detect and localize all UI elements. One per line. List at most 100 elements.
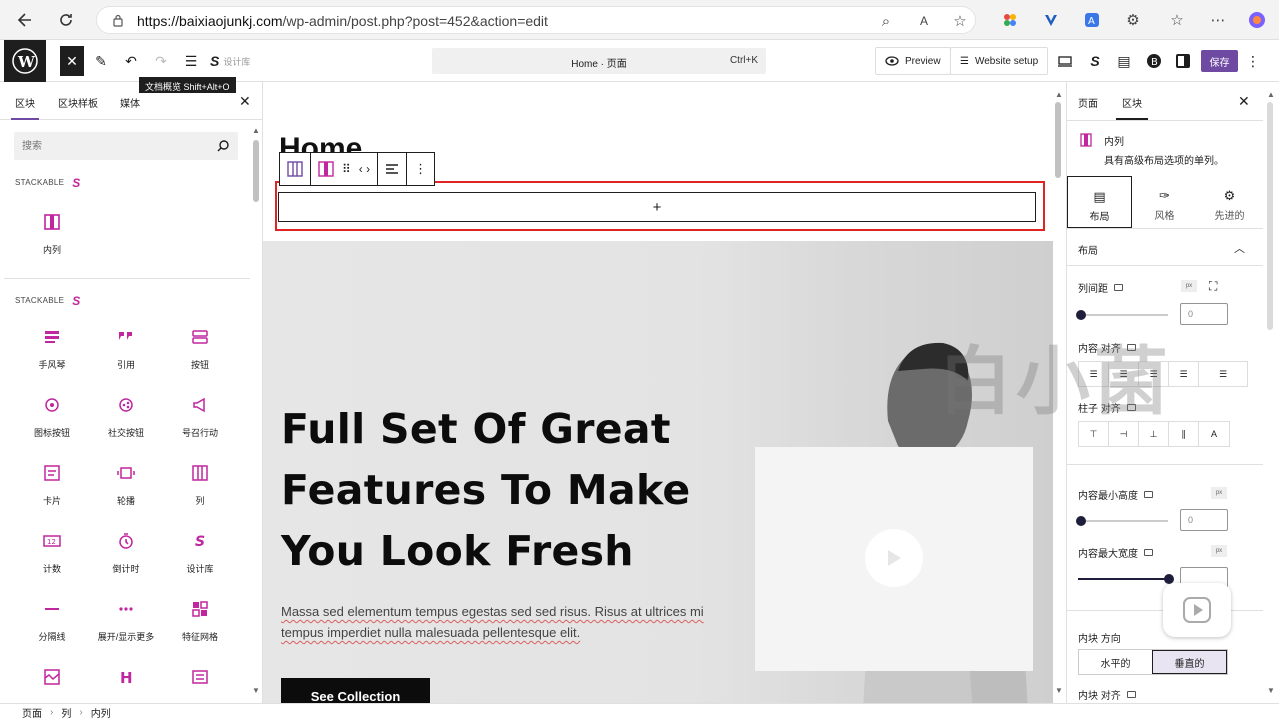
block-item-design-library[interactable]: S 设计库 [163,531,237,587]
block-item-image-box[interactable] [163,667,237,703]
block-item-expand[interactable]: 展开/显示更多 [89,599,163,655]
zoom-icon[interactable]: ⌕ [875,10,897,32]
tab-advanced[interactable]: ⚙ 先进的 [1197,176,1262,228]
document-overview-icon[interactable]: ☰ [178,48,204,74]
copilot-icon[interactable] [1246,9,1268,31]
more-options-button[interactable]: ⋮ [407,153,434,185]
scrollbar[interactable] [1267,102,1273,330]
extensions-puzzle-icon[interactable]: ⚙ [1122,9,1144,31]
block-item-blockquote[interactable]: 引用 [89,327,163,383]
extension-v-icon[interactable] [1040,9,1062,31]
breadcrumb-item[interactable]: 页面 [22,705,42,720]
tab-layout[interactable]: ▤ 布局 [1067,176,1132,228]
block-appender[interactable]: + [278,192,1036,222]
video-placeholder[interactable] [755,447,1033,671]
min-height-input[interactable]: 0 [1180,509,1228,531]
close-icon[interactable]: ✕ [1238,93,1250,110]
block-item-icon-button[interactable]: 图标按钮 [15,395,89,451]
close-inserter-icon[interactable]: ✕ [60,46,84,76]
tab-block[interactable]: 区块 [1116,95,1148,120]
scroll-down-arrow[interactable]: ▼ [252,686,260,695]
block-item-call-to-action[interactable]: 号召行动 [163,395,237,451]
min-height-slider[interactable] [1076,516,1168,526]
read-aloud-icon[interactable]: A [913,10,935,32]
unit-px[interactable]: px [1181,280,1197,292]
align-stretch-icon[interactable]: ∥ [1169,422,1199,446]
block-item-columns[interactable]: 列 [163,463,237,519]
favorites-list-icon[interactable]: ☆ [1166,9,1188,31]
favorite-star-icon[interactable]: ☆ [949,10,971,32]
move-arrows-icon[interactable]: ‹ › [359,162,370,176]
device-preview-icon[interactable] [1052,48,1078,74]
block-item-feature-grid[interactable]: 特征网格 [163,599,237,655]
address-bar[interactable]: https://baixiaojunkj.com/wp-admin/post.p… [96,6,976,34]
section-title[interactable]: 布局 [1078,242,1098,257]
tab-style[interactable]: ✑ 风格 [1132,176,1197,228]
block-item-social-buttons[interactable]: 社交按钮 [89,395,163,451]
block-item-card[interactable]: 卡片 [15,463,89,519]
block-type-button[interactable]: ⠿ ‹ › [311,153,379,185]
block-item-carousel[interactable]: 轮播 [89,463,163,519]
scroll-up-arrow[interactable]: ▲ [1267,90,1275,99]
options-icon[interactable]: ⋮ [1240,48,1266,74]
block-item-divider[interactable]: 分隔线 [15,599,89,655]
align-full-icon[interactable]: ☰ [1199,362,1247,386]
extension-translate-icon[interactable]: A [1081,9,1103,31]
block-item-countdown[interactable]: 倒计时 [89,531,163,587]
save-button[interactable]: 保存 [1201,50,1238,72]
block-item-button[interactable]: 按钮 [163,327,237,383]
more-menu-icon[interactable]: ⋯ [1207,9,1229,31]
hero-heading[interactable]: Full Set Of Great Features To Make You L… [281,399,701,582]
unit-px[interactable]: px [1211,487,1227,499]
block-item-accordion[interactable]: 手风琴 [15,327,89,383]
breadcrumb-item[interactable]: 列 [61,705,71,720]
settings-sidebar-icon[interactable] [1170,48,1196,74]
canvas-scroll-up[interactable]: ▲ [1055,90,1063,99]
document-title-bar[interactable]: Home · 页面 Ctrl+K [432,48,766,74]
canvas-scroll-down[interactable]: ▼ [1055,686,1063,695]
column-gap-input[interactable]: 0 [1180,303,1228,325]
see-collection-button[interactable]: See Collection [281,678,430,703]
chevron-up-icon[interactable]: ︿ [1234,240,1245,256]
search-input[interactable] [14,132,204,160]
reset-icon[interactable]: ⛶ [1209,279,1217,294]
block-item-image[interactable] [15,667,89,703]
back-icon[interactable] [14,9,36,31]
scroll-down-arrow[interactable]: ▼ [1267,686,1275,695]
canvas-scrollbar[interactable] [1055,102,1061,178]
align-right-icon[interactable]: ☰ [1169,362,1199,386]
align-baseline-icon[interactable]: A [1199,422,1229,446]
edit-pen-icon[interactable]: ✎ [88,48,114,74]
tab-patterns[interactable]: 区块样板 [58,95,98,110]
column-gap-slider[interactable] [1076,310,1168,320]
wordpress-logo-icon[interactable]: W [4,40,46,82]
align-button[interactable] [378,153,408,185]
block-item-count-up[interactable]: 12 计数 [15,531,89,587]
scrollbar[interactable] [253,140,259,202]
unit-px[interactable]: px [1211,545,1227,557]
slider-knob[interactable] [1076,516,1086,526]
tab-media[interactable]: 媒体 [120,95,140,110]
scroll-up-arrow[interactable]: ▲ [252,126,260,135]
direction-horizontal[interactable]: 水平的 [1079,650,1152,674]
play-button-icon[interactable] [865,529,923,587]
extension-colorful-icon[interactable] [999,9,1021,31]
breadcrumb-item[interactable]: 内列 [91,705,111,720]
website-setup-button[interactable]: ☰ Website setup [950,47,1049,75]
spectra-icon[interactable]: B [1141,48,1167,74]
tab-blocks[interactable]: 区块 [11,95,39,120]
tab-page[interactable]: 页面 [1078,95,1098,110]
stackable-settings-icon[interactable]: S [1082,48,1108,74]
document-icon[interactable]: ▤ [1111,48,1137,74]
max-width-slider[interactable] [1078,574,1174,584]
hero-paragraph[interactable]: Massa sed elementum tempus egestas sed s… [281,601,721,643]
redo-icon[interactable]: ↷ [148,48,174,74]
design-library-button[interactable]: S 设计库 [210,48,270,74]
block-item-inner-column[interactable]: 内列 [15,212,89,268]
direction-vertical[interactable]: 垂直的 [1152,650,1227,674]
slider-knob[interactable] [1076,310,1086,320]
block-item-heading[interactable]: H [89,667,163,703]
undo-icon[interactable]: ↶ [118,48,144,74]
close-icon[interactable]: ✕ [239,93,251,110]
preview-button[interactable]: Preview [875,47,951,75]
